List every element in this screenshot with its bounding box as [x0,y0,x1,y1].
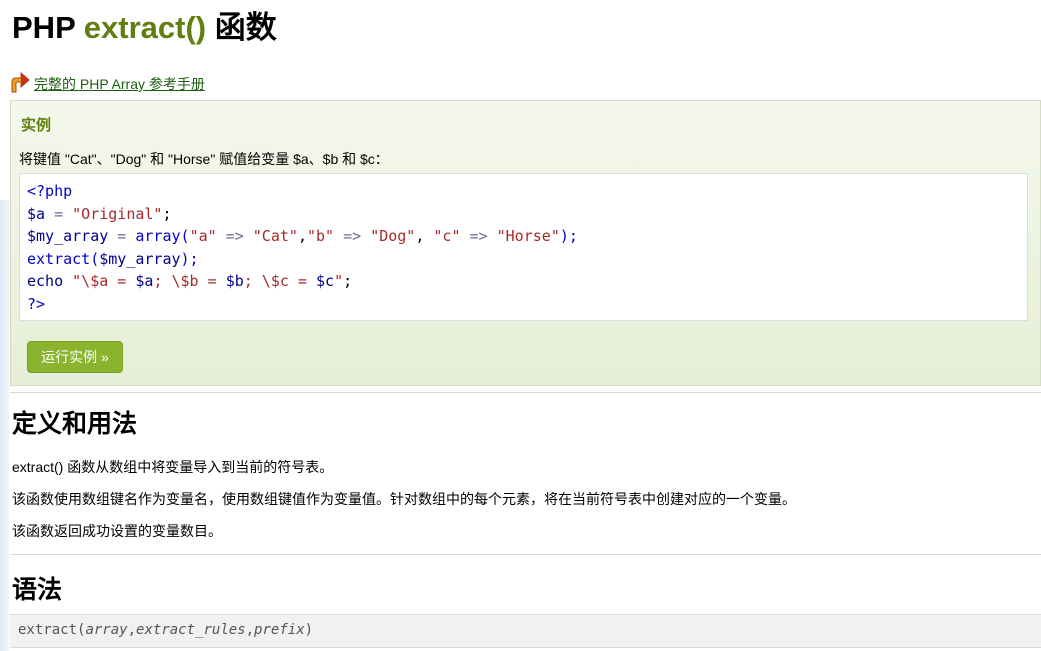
example-box: 实例 将键值 "Cat"、"Dog" 和 "Horse" 赋值给变量 $a、$b… [10,100,1041,386]
return-arrow-icon [10,68,32,94]
array-reference-link[interactable]: 完整的 PHP Array 参考手册 [34,75,205,93]
code-line-1: <?php [27,182,73,200]
code-line-5: echo "\$a = $a; \$b = $b; \$c = $c"; [27,272,353,290]
reference-link-row: 完整的 PHP Array 参考手册 [10,62,205,94]
title-prefix: PHP [12,10,84,45]
syntax-heading: 语法 [12,576,63,604]
divider [10,392,1041,393]
code-block: <?php $a = "Original"; $my_array = array… [19,173,1028,321]
divider [10,554,1041,555]
example-description: 将键值 "Cat"、"Dog" 和 "Horse" 赋值给变量 $a、$b 和 … [19,151,389,167]
example-heading: 实例 [21,117,52,134]
title-suffix: 函数 [206,10,277,45]
code-line-6: ?> [27,294,46,313]
code-line-4: extract($my_array); [27,249,199,268]
definition-paragraph-1: extract() 函数从数组中将变量导入到当前的符号表。 [12,459,334,475]
code-line-3: $my_array = array("a" => "Cat","b" => "D… [27,227,578,245]
code-line-2: $a = "Original"; [27,204,172,223]
run-example-button[interactable]: 运行实例 » [27,341,123,373]
title-function-name: extract() [83,10,207,45]
page-content: PHP extract() 函数 完整的 PHP Array 参考手册 实例 将… [10,0,1041,651]
page-title: PHP extract() 函数 [12,8,277,48]
left-edge-decoration [0,200,9,651]
syntax-code-box: extract(array,extract_rules,prefix) [10,614,1041,648]
definition-heading: 定义和用法 [12,410,138,438]
definition-paragraph-3: 该函数返回成功设置的变量数目。 [12,523,222,539]
definition-paragraph-2: 该函数使用数组键名作为变量名，使用数组键值作为变量值。针对数组中的每个元素，将在… [12,491,796,507]
